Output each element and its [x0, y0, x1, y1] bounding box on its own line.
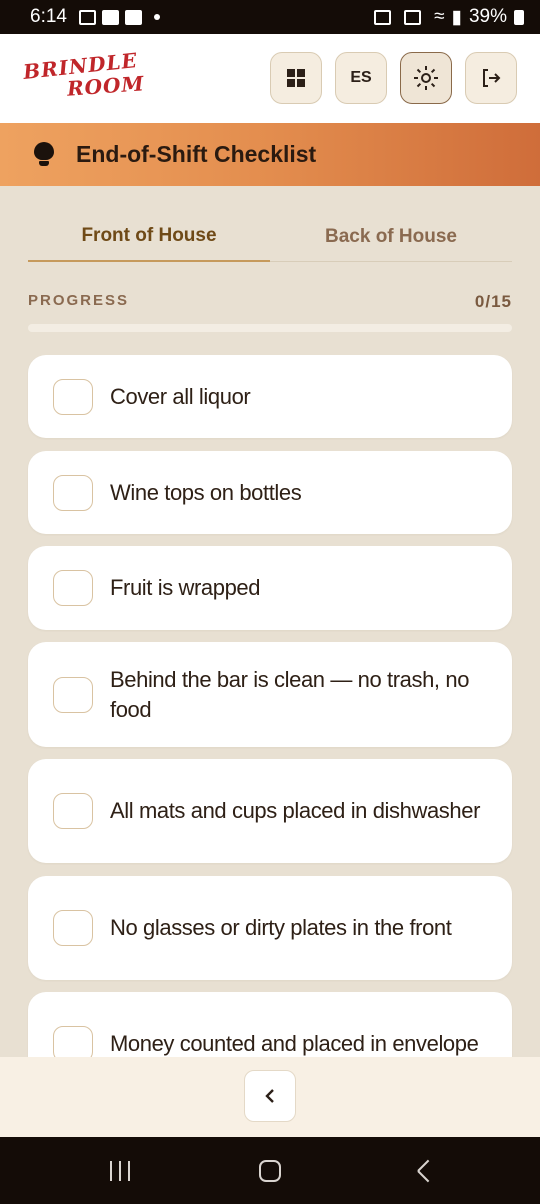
- checkbox[interactable]: [53, 570, 93, 606]
- checklist-item[interactable]: No glasses or dirty plates in the front: [28, 876, 512, 980]
- checkbox[interactable]: [53, 676, 93, 713]
- checklist-item[interactable]: Cover all liquor: [28, 355, 512, 438]
- logo-line-2: ROOM: [66, 71, 146, 101]
- checkbox[interactable]: [53, 474, 93, 511]
- status-time: 6:14: [30, 6, 67, 27]
- home-icon[interactable]: [259, 1160, 281, 1182]
- tab-back-of-house[interactable]: Back of House: [270, 212, 512, 261]
- checklist-item-label: Behind the bar is clean — no trash, no f…: [110, 666, 470, 722]
- more-notifications-icon: [153, 14, 160, 20]
- checkbox[interactable]: [53, 1026, 93, 1057]
- theme-toggle-button[interactable]: [400, 52, 452, 104]
- tab-front-of-house[interactable]: Front of House: [28, 212, 270, 262]
- language-button[interactable]: ES: [335, 52, 387, 104]
- checklist-item-label: Money counted and placed in envelope: [110, 1031, 479, 1056]
- grid-icon: [287, 69, 305, 87]
- signal-icon: ▮: [451, 6, 462, 28]
- battery-saver-icon: [374, 9, 392, 25]
- checklist-item-label: Cover all liquor: [110, 383, 251, 409]
- battery-icon: [514, 9, 524, 25]
- page-title: End-of-Shift Checklist: [76, 141, 317, 167]
- sun-icon: [413, 65, 439, 91]
- back-icon[interactable]: [418, 1159, 432, 1181]
- checklist-item-label: Fruit is wrapped: [110, 575, 261, 600]
- chevron-left-icon: [265, 1089, 274, 1103]
- checkbox[interactable]: [53, 910, 93, 946]
- checklist-item[interactable]: Money counted and placed in envelope: [28, 992, 512, 1057]
- tab-bar: Front of House Back of House: [28, 212, 512, 262]
- folder-icon: [124, 9, 142, 25]
- checklist-item-label: All mats and cups placed in dishwasher: [110, 798, 481, 823]
- checklist-item[interactable]: Behind the bar is clean — no trash, no f…: [28, 642, 512, 747]
- collapse-button[interactable]: [244, 1070, 296, 1122]
- bottom-toolbar: [0, 1057, 540, 1137]
- wifi-icon: ≈: [434, 6, 445, 27]
- checklist-item[interactable]: Fruit is wrapped: [28, 546, 512, 630]
- battery-percent: 39%: [468, 6, 507, 27]
- app-header: BRINDLE ROOM ES: [0, 34, 540, 123]
- lightbulb-icon: [34, 141, 54, 168]
- checkbox[interactable]: [53, 793, 93, 829]
- checklist: Cover all liquor Wine tops on bottles Fr…: [0, 354, 540, 1057]
- progress-header: PROGRESS 0/15: [28, 292, 512, 312]
- checklist-item[interactable]: Wine tops on bottles: [28, 451, 512, 534]
- progress-count: 0/15: [474, 292, 512, 311]
- dashboard-button[interactable]: [270, 52, 322, 104]
- notification-count-icon: [101, 9, 119, 25]
- brindle-room-logo[interactable]: BRINDLE ROOM: [22, 48, 146, 104]
- checkbox[interactable]: [53, 378, 93, 415]
- checklist-item-label: Wine tops on bottles: [110, 479, 302, 505]
- logout-button[interactable]: [465, 52, 517, 104]
- checklist-item[interactable]: All mats and cups placed in dishwasher: [28, 759, 512, 863]
- logout-icon: [483, 69, 501, 87]
- system-nav-bar: [0, 1137, 540, 1204]
- progress-bar: [28, 324, 512, 332]
- checklist-item-label: No glasses or dirty plates in the front: [110, 915, 452, 940]
- status-bar: 6:14 ≈ ▮ 39%: [0, 0, 540, 34]
- gallery-icon: [78, 9, 96, 25]
- checklist-banner: End-of-Shift Checklist: [0, 123, 540, 186]
- progress-label: PROGRESS: [28, 292, 130, 309]
- recent-apps-icon[interactable]: [110, 1161, 130, 1181]
- alarm-icon: [404, 9, 422, 25]
